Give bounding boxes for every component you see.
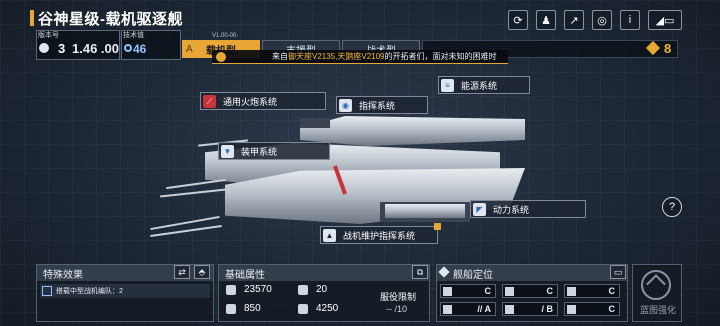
ship-toggle-icon[interactable]: ▭ [610,265,626,279]
armor-icon [298,285,308,295]
ship-positioning-title: 舰船定位 [453,269,493,281]
share-icon[interactable]: ↗ [564,10,584,30]
position-icon [505,287,514,296]
blueprint-enhance-label: 蓝图强化 [639,305,676,315]
system-armor-label: 装甲系统 [241,146,278,157]
system-weapon-label: 通用火炮系统 [223,96,278,107]
command-icon: ◉ [339,99,352,112]
banner-highlight: 御天座V2135,天鹅座V2109 [288,52,385,61]
position-icon [505,305,514,314]
banner-suffix: 的开拓者们，面对未知的困难时 [384,52,497,61]
effect-row: 搭载中型战机编队：2 [40,284,210,298]
refresh-icon[interactable]: ⟳ [508,10,528,30]
special-effect-title: 特殊效果 [43,269,83,281]
armor-value: 20 [316,284,328,295]
tech-label: 技术值 [123,32,144,39]
system-carrier-label: 战机维护指挥系统 [343,230,416,241]
position-value: / B [541,304,553,314]
system-energy-label: 能源系统 [461,80,498,91]
system-command-label: 指挥系统 [359,100,396,111]
system-armor[interactable]: ▼ 装甲系统 [218,142,330,160]
position-cell: C [502,284,558,298]
position-value: C [608,286,616,296]
speed-value: 4250 [316,303,339,314]
position-icon [567,287,576,296]
engine-icon: ◤ [473,203,486,216]
capture-icon[interactable]: ◎ [592,10,612,30]
system-carrier[interactable]: ▲ 战机维护指挥系统 [320,223,441,244]
version-value: 1.46 .00 [72,41,119,56]
tech-icon [124,44,132,52]
version-icon [39,43,49,53]
fighter-icon [42,286,52,296]
banner-prefix: 来自 [272,52,288,61]
cannon-icon: ⟋ [203,95,216,108]
shield-value: 850 [244,303,261,314]
position-value: C [484,286,492,296]
intro-banner: 来自 御天座V2135,天鹅座V2109 的开拓者们，面对未知的困难时 [212,50,508,64]
ship-positioning-header: 舰船定位 [437,265,627,281]
position-value: C [608,304,616,314]
position-cell: // A [440,302,496,316]
position-icon [443,305,452,314]
hp-icon [226,285,236,295]
banner-emblem-icon [216,52,226,62]
expand-icon[interactable]: ⧉ [412,265,428,279]
carrier-icon: ▲ [323,229,336,242]
system-weapon[interactable]: ⟋ 通用火炮系统 [200,92,326,110]
page-title: 谷神星级-载机驱逐舰 [38,11,183,28]
system-power[interactable]: ◤ 动力系统 [470,200,586,218]
resource-count: 8 [664,41,672,56]
basic-attributes-header: 基础属性 [219,265,429,281]
tech-value: 46 [133,42,147,56]
shield-stat-icon [226,304,236,314]
help-button[interactable]: ? [662,197,682,217]
back-icon[interactable]: ◢▭ [648,10,682,30]
system-command[interactable]: ◉ 指挥系统 [336,96,428,114]
position-icon [567,305,576,314]
position-cell: C [564,302,620,316]
system-energy[interactable]: ≡ 能源系统 [438,76,530,94]
help-label: ? [668,201,676,213]
position-value: // A [477,304,491,314]
hp-value: 23570 [244,284,272,295]
position-cell: C [440,284,496,298]
effect-text: 搭载中型战机编队：2 [56,288,123,295]
warning-mark-icon [434,223,441,230]
position-cell: / B [502,302,558,316]
energy-icon: ≡ [441,79,454,92]
tab-prefix: A [186,43,193,55]
info-icon[interactable]: i [620,10,640,30]
position-icon [443,287,452,296]
person-pin-icon[interactable]: ♟ [536,10,556,30]
version-number: 3 [58,41,66,56]
deploy-limit-label: 服役限制 [380,292,417,302]
filter-icon[interactable]: ⬘ [194,265,210,279]
position-value: C [546,286,554,296]
tab-id-label: V1.00-00· [212,33,239,39]
position-cell: C [564,284,620,298]
shield-icon: ▼ [221,145,234,158]
swap-icon[interactable]: ⇄ [174,265,190,279]
version-label: 版本号 [38,32,59,39]
info-label: i [628,14,632,26]
basic-attributes-title: 基础属性 [225,269,265,281]
title-accent [30,10,34,26]
speed-icon [298,304,308,314]
system-power-label: 动力系统 [493,204,530,215]
deploy-limit-value: -- /10 [386,304,408,314]
